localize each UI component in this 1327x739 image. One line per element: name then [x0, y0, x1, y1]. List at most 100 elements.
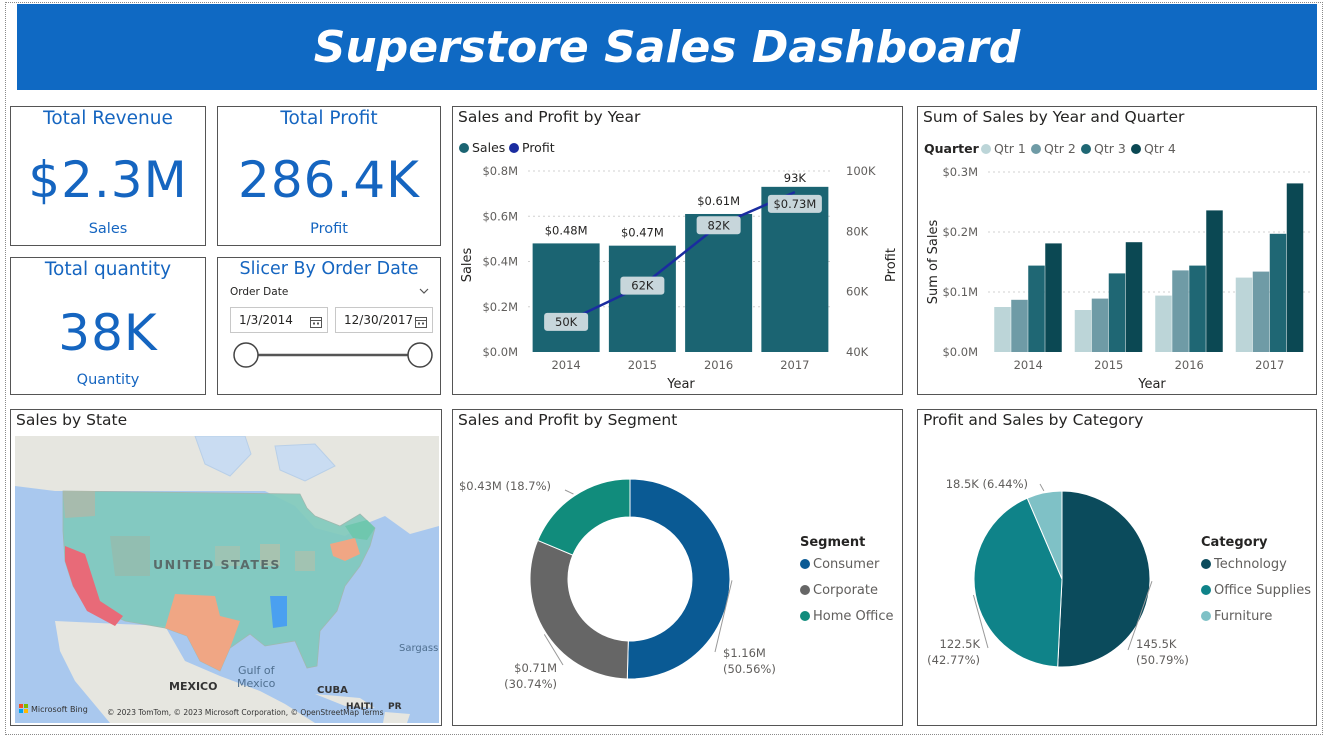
visual-sales-profit-year[interactable]: Sales and Profit by Year Sales Profit $0.…: [452, 106, 903, 395]
sales-data-label: $0.73M: [773, 197, 816, 211]
map-label-pr: PR: [388, 702, 402, 712]
legend-marker: [981, 144, 991, 154]
profit-data-label: 93K: [784, 171, 807, 185]
slice-percent-label: (30.74%): [504, 677, 557, 691]
kpi-card-quantity[interactable]: Total quantity 38K Quantity: [10, 257, 206, 395]
legend-label: Consumer: [813, 557, 880, 572]
x-tick-label: 2017: [1255, 358, 1284, 372]
legend-label-profit: Profit: [522, 140, 555, 155]
y2-tick-label: 40K: [846, 345, 869, 359]
slice-label: 145.5K: [1136, 637, 1177, 651]
y2-axis-title: Profit: [884, 248, 899, 282]
map-label-gulf: Gulf of: [238, 664, 276, 677]
chart-title: Sales by State: [16, 411, 128, 429]
map-label-united-states: UNITED STATES: [153, 557, 281, 572]
sales-data-label: $0.47M: [621, 226, 664, 240]
category-pie-chart: 145.5K (50.79%) 122.5K (42.77%) 18.5K (6.44%…: [927, 477, 1311, 668]
leader-line: [1039, 483, 1045, 492]
map-label-sargasso: Sargass: [399, 643, 438, 654]
title-banner: Superstore Sales Dashboard: [17, 4, 1317, 90]
x-tick-label: 2014: [551, 358, 580, 372]
sales-profit-year-chart: Sales Profit $0.0M $0.2M $0.4M $0.6M $0.8M 40K…: [459, 140, 899, 392]
slider-start-handle[interactable]: [233, 342, 259, 368]
slice-percent-label: (50.79%): [1136, 653, 1189, 667]
date-range-slider[interactable]: [232, 340, 434, 370]
legend-title: Quarter: [924, 141, 980, 156]
y-tick-label: $0.6M: [482, 209, 518, 223]
visual-sales-profit-segment[interactable]: Sales and Profit by Segment $1.16M (50.56…: [452, 409, 903, 726]
legend-marker: [1131, 144, 1141, 154]
visual-sales-year-quarter[interactable]: Sum of Sales by Year and Quarter Quarter…: [917, 106, 1317, 395]
legend-marker: [1081, 144, 1091, 154]
x-tick-label: 2014: [1014, 358, 1043, 372]
map-label-mexico: MEXICO: [169, 680, 217, 693]
quarter-bar: [1074, 310, 1092, 352]
x-tick-label: 2016: [704, 358, 733, 372]
slice-percent-label: (50.56%): [723, 662, 776, 676]
kpi-card-revenue[interactable]: Total Revenue $2.3M Sales: [10, 106, 206, 246]
visual-sales-by-state[interactable]: Sales by State UNITED STATES Gulf of Mex…: [10, 409, 442, 726]
profit-line: [565, 190, 796, 323]
quarter-bar: [1286, 183, 1304, 352]
legend-marker: [800, 559, 810, 569]
slider-end-handle[interactable]: [407, 342, 433, 368]
map-canvas[interactable]: UNITED STATES Gulf of Mexico MEXICO CUBA…: [15, 436, 439, 723]
kpi-profit-title: Total Profit: [280, 108, 378, 129]
legend-title: Category: [1201, 535, 1268, 550]
y-tick-label: $0.4M: [482, 255, 518, 269]
legend-marker: [1031, 144, 1041, 154]
legend-marker: [1201, 611, 1211, 621]
chevron-down-icon[interactable]: [418, 282, 430, 301]
kpi-revenue-value: $2.3M: [28, 151, 188, 209]
slicer-title: Slicer By Order Date: [239, 259, 419, 279]
visual-profit-sales-category[interactable]: Profit and Sales by Category 145.5K (50.7…: [917, 409, 1317, 726]
slice-label: $0.71M: [514, 661, 557, 675]
y2-tick-label: 80K: [846, 224, 869, 238]
bing-label: Microsoft Bing: [31, 705, 88, 714]
sales-data-label: $0.61M: [697, 194, 740, 208]
date-slicer[interactable]: Slicer By Order Date Order Date 1/3/2014…: [217, 257, 441, 395]
pie-slice: [529, 539, 629, 680]
legend-label: Corporate: [813, 583, 878, 598]
calendar-icon[interactable]: [309, 313, 323, 337]
slice-label: 122.5K: [940, 637, 981, 651]
y-tick-label: $0.3M: [942, 165, 978, 179]
y-tick-label: $0.0M: [942, 345, 978, 359]
y-tick-label: $0.1M: [942, 285, 978, 299]
sales-quarter-chart: Quarter Qtr 1 Qtr 2 Qtr 3 Qtr 4 $0.0M $0.1M $0…: [924, 141, 1310, 392]
leader-line: [564, 489, 574, 495]
sales-bar: [608, 245, 676, 352]
map-attribution: © 2023 TomTom, © 2023 Microsoft Corporat…: [107, 708, 384, 717]
quarter-bar: [1045, 243, 1062, 352]
kpi-quantity-label: Quantity: [76, 372, 140, 388]
legend-label: Technology: [1213, 557, 1287, 572]
y-tick-label: $0.0M: [482, 345, 518, 359]
x-tick-label: 2015: [628, 358, 657, 372]
legend-label: Home Office: [813, 609, 893, 624]
profit-data-label: 62K: [631, 279, 654, 293]
map-label-gulf: Mexico: [237, 677, 276, 690]
quarter-bar: [994, 307, 1011, 352]
sales-bar: [685, 213, 753, 352]
slice-label: $0.43M (18.7%): [459, 479, 551, 493]
y-tick-label: $0.8M: [482, 164, 518, 178]
slice-label: 18.5K (6.44%): [946, 477, 1028, 491]
legend-label: Qtr 2: [1044, 141, 1076, 156]
slice-label: $1.16M: [723, 646, 766, 660]
slicer-field-label: Order Date: [230, 286, 289, 298]
legend-marker: [1201, 585, 1211, 595]
quarter-bar: [1125, 242, 1143, 352]
pie-slice: [537, 478, 631, 556]
y-tick-label: $0.2M: [482, 300, 518, 314]
end-date-input[interactable]: 12/30/2017: [335, 307, 433, 333]
quarter-bar: [1235, 277, 1253, 352]
legend-marker: [800, 585, 810, 595]
kpi-quantity-title: Total quantity: [44, 259, 172, 280]
quarter-bar: [1189, 265, 1206, 352]
calendar-icon[interactable]: [414, 313, 428, 337]
kpi-card-profit[interactable]: Total Profit 286.4K Profit: [217, 106, 441, 246]
start-date-value: 1/3/2014: [239, 313, 293, 327]
start-date-input[interactable]: 1/3/2014: [230, 307, 328, 333]
legend-label: Qtr 4: [1144, 141, 1176, 156]
sales-data-label: $0.48M: [545, 223, 588, 237]
